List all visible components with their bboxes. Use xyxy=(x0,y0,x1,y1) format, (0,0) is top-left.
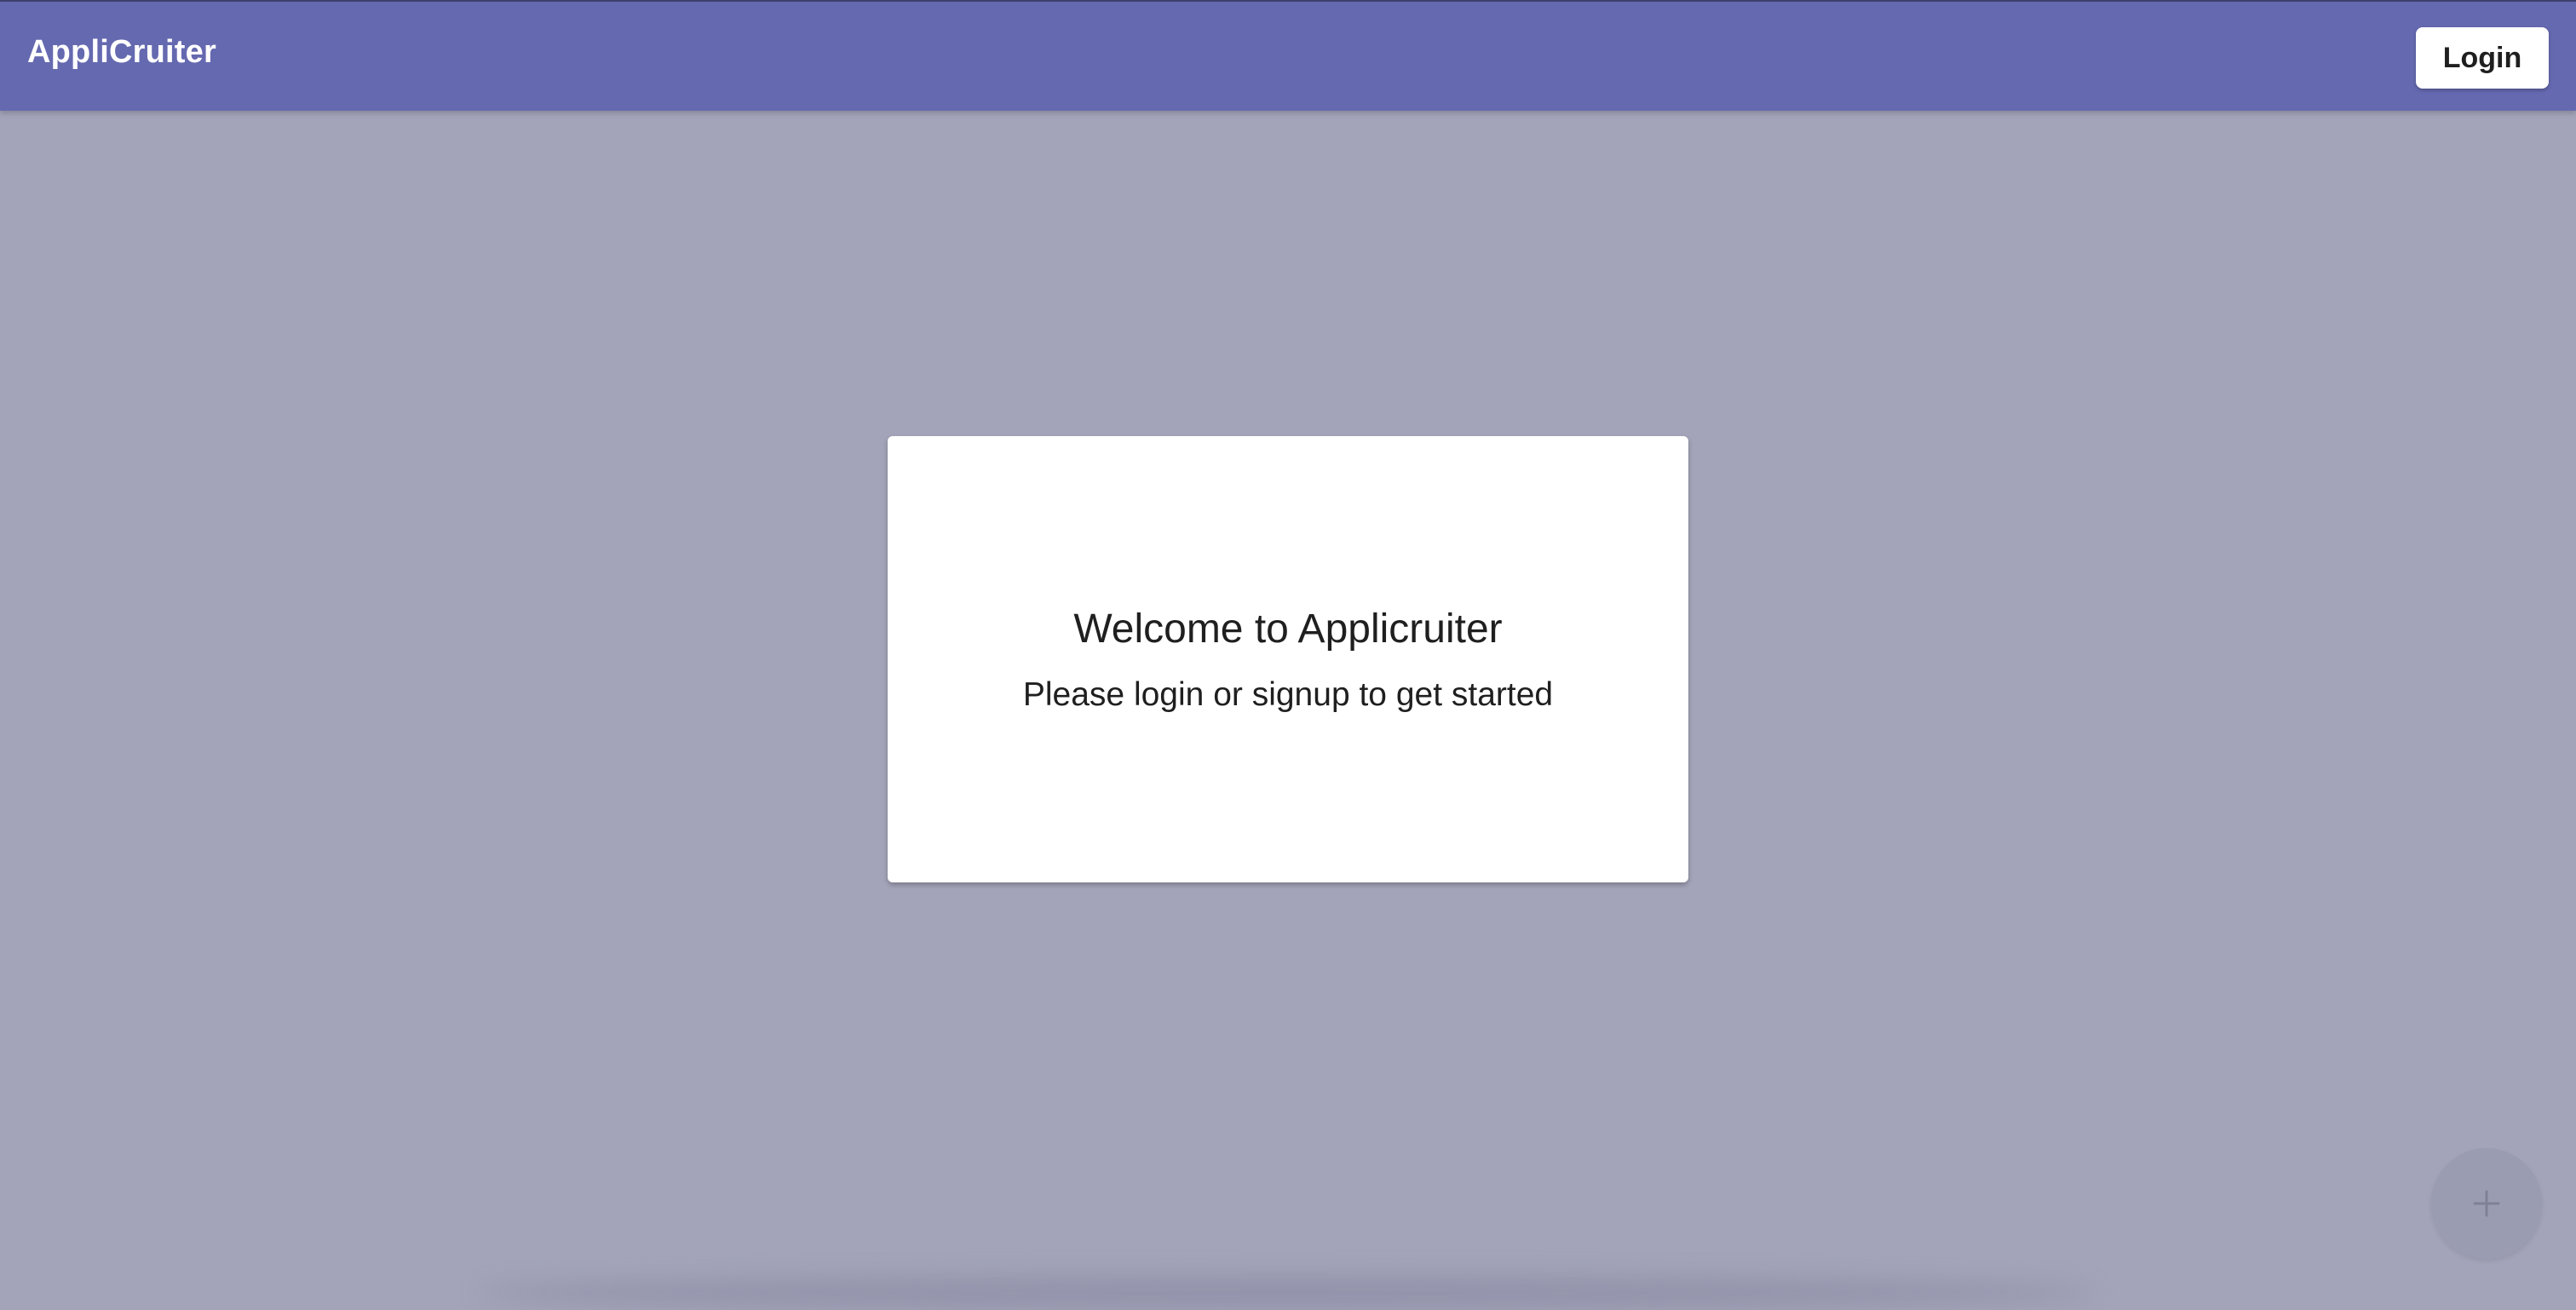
welcome-heading: Welcome to Applicruiter xyxy=(1073,606,1503,652)
login-button[interactable]: Login xyxy=(2416,27,2549,89)
welcome-card: Welcome to Applicruiter Please login or … xyxy=(888,436,1688,882)
app-title: AppliCruiter xyxy=(27,34,216,70)
welcome-message: Please login or signup to get started xyxy=(1022,675,1554,713)
app-bar: AppliCruiter Login xyxy=(0,0,2576,111)
plus-icon xyxy=(2473,1190,2500,1217)
bottom-shadow xyxy=(477,1276,2096,1310)
add-button[interactable] xyxy=(2431,1148,2542,1259)
main-content: Welcome to Applicruiter Please login or … xyxy=(0,111,2576,1290)
